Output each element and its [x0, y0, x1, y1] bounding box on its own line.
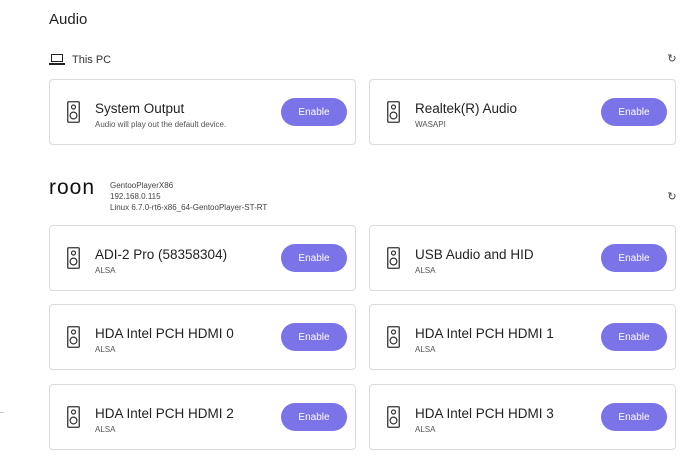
device-name: HDA Intel PCH HDMI 2: [95, 406, 234, 421]
laptop-icon: [49, 54, 65, 65]
device-name: HDA Intel PCH HDMI 1: [415, 326, 554, 341]
device-subtitle: ALSA: [415, 425, 436, 434]
refresh-roon-icon[interactable]: ↻: [666, 191, 678, 203]
enable-button[interactable]: Enable: [601, 403, 667, 431]
device-card-hdmi-2: HDA Intel PCH HDMI 2 ALSA Enable: [49, 384, 356, 450]
roon-ip: 192.168.0.115: [110, 192, 161, 201]
speaker-icon: [387, 406, 400, 428]
device-card-hdmi-3: HDA Intel PCH HDMI 3 ALSA Enable: [369, 384, 676, 450]
page-title: Audio: [49, 11, 88, 28]
enable-button[interactable]: Enable: [281, 403, 347, 431]
speaker-icon: [387, 101, 400, 123]
divider: [0, 412, 4, 413]
device-subtitle: WASAPI: [415, 120, 446, 129]
enable-button[interactable]: Enable: [281, 244, 347, 272]
speaker-icon: [387, 326, 400, 348]
device-subtitle: Audio will play out the default device.: [95, 120, 227, 129]
enable-button[interactable]: Enable: [281, 323, 347, 351]
device-name: USB Audio and HID: [415, 247, 534, 262]
device-subtitle: ALSA: [95, 266, 116, 275]
speaker-icon: [387, 247, 400, 269]
speaker-icon: [67, 247, 80, 269]
speaker-icon: [67, 406, 80, 428]
device-card-hdmi-0: HDA Intel PCH HDMI 0 ALSA Enable: [49, 304, 356, 370]
device-name: Realtek(R) Audio: [415, 101, 518, 116]
enable-button[interactable]: Enable: [601, 98, 667, 126]
device-card-adi2pro: ADI-2 Pro (58358304) ALSA Enable: [49, 225, 356, 291]
this-pc-label: This PC: [72, 54, 112, 66]
device-name: System Output: [95, 101, 185, 116]
device-name: HDA Intel PCH HDMI 3: [415, 406, 554, 421]
speaker-icon: [67, 326, 80, 348]
enable-button[interactable]: Enable: [601, 323, 667, 351]
device-subtitle: ALSA: [95, 425, 116, 434]
device-subtitle: ALSA: [415, 345, 436, 354]
device-subtitle: ALSA: [95, 345, 116, 354]
device-name: ADI-2 Pro (58358304): [95, 247, 228, 262]
device-name: HDA Intel PCH HDMI 0: [95, 326, 234, 341]
refresh-this-pc-icon[interactable]: ↻: [666, 53, 678, 65]
device-card-system-output: System Output Audio will play out the de…: [49, 79, 356, 145]
enable-button[interactable]: Enable: [281, 98, 347, 126]
device-subtitle: ALSA: [415, 266, 436, 275]
this-pc-header: This PC: [49, 50, 111, 70]
device-card-usb-audio: USB Audio and HID ALSA Enable: [369, 225, 676, 291]
roon-logo: roon: [49, 176, 96, 199]
speaker-icon: [67, 101, 80, 123]
roon-host: GentooPlayerX86: [110, 181, 174, 190]
enable-button[interactable]: Enable: [601, 244, 667, 272]
roon-endpoint-info: GentooPlayerX86 192.168.0.115 Linux 6.7.…: [110, 180, 267, 213]
device-card-realtek: Realtek(R) Audio WASAPI Enable: [369, 79, 676, 145]
device-card-hdmi-1: HDA Intel PCH HDMI 1 ALSA Enable: [369, 304, 676, 370]
roon-os: Linux 6.7.0-rt6-x86_64-GentooPlayer-ST-R…: [110, 203, 268, 212]
